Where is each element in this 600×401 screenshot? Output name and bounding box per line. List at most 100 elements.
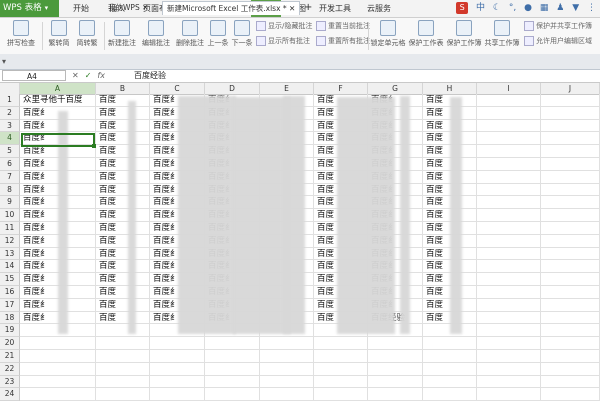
column-header-f[interactable]: F — [314, 83, 368, 94]
cell-f14[interactable]: 百度 — [317, 261, 334, 273]
cell-f15[interactable]: 百度 — [317, 274, 334, 286]
cell-f11[interactable]: 百度 — [317, 223, 334, 235]
delete-comment-button[interactable]: 删除批注 — [174, 20, 206, 48]
cell-c3[interactable]: 百度纟 — [153, 121, 179, 133]
cell-b16[interactable]: 百度 — [99, 287, 116, 299]
cell-c12[interactable]: 百度纟 — [153, 236, 179, 248]
keyboard-icon[interactable]: ▦ — [540, 3, 549, 13]
row-header-24[interactable]: 24 — [0, 388, 20, 401]
cell-h12[interactable]: 百度 — [426, 236, 443, 248]
column-header-i[interactable]: I — [477, 83, 541, 94]
cell-f13[interactable]: 百度 — [317, 249, 334, 261]
cell-a14[interactable]: 百度纟 — [23, 261, 49, 273]
row-header-16[interactable]: 16 — [0, 286, 20, 299]
select-all-corner[interactable] — [0, 83, 20, 94]
column-header-b[interactable]: B — [96, 83, 150, 94]
cell-c10[interactable]: 百度纟 — [153, 210, 179, 222]
cell-c7[interactable]: 百度纟 — [153, 172, 179, 184]
show-all-comments-button[interactable]: 显示所有批注 — [256, 36, 310, 46]
cell-c16[interactable]: 百度纟 — [153, 287, 179, 299]
cell-a10[interactable]: 百度纟 — [23, 210, 49, 222]
cell-a11[interactable]: 百度纟 — [23, 223, 49, 235]
cell-a1[interactable]: 众里寻他千百度 — [23, 95, 83, 107]
column-header-j[interactable]: J — [541, 83, 600, 94]
cell-f3[interactable]: 百度 — [317, 121, 334, 133]
row-header-8[interactable]: 8 — [0, 183, 20, 197]
cell-b8[interactable]: 百度 — [99, 185, 116, 197]
cell-h1[interactable]: 百度 — [426, 95, 443, 107]
cell-h14[interactable]: 百度 — [426, 261, 443, 273]
tab-workbook[interactable]: 新建Microsoft Excel 工作表.xlsx * ✕ — [162, 1, 301, 15]
row-header-22[interactable]: 22 — [0, 362, 20, 376]
cell-c2[interactable]: 百度纟 — [153, 108, 179, 120]
cell-c15[interactable]: 百度纟 — [153, 274, 179, 286]
cell-f16[interactable]: 百度 — [317, 287, 334, 299]
cell-h17[interactable]: 百度 — [426, 300, 443, 312]
cell-a2[interactable]: 百度纟 — [23, 108, 49, 120]
trad-to-simp-button[interactable]: 繁转简 — [46, 20, 72, 48]
row-header-20[interactable]: 20 — [0, 337, 20, 350]
cell-b15[interactable]: 百度 — [99, 274, 116, 286]
cell-b5[interactable]: 百度 — [99, 146, 116, 158]
cancel-icon[interactable]: ✕ — [72, 71, 79, 80]
cell-b18[interactable]: 百度 — [99, 313, 116, 325]
cell-a13[interactable]: 百度纟 — [23, 249, 49, 261]
column-header-d[interactable]: D — [205, 83, 260, 94]
prev-comment-button[interactable]: 上一条 — [206, 20, 230, 48]
cell-h16[interactable]: 百度 — [426, 287, 443, 299]
row-header-6[interactable]: 6 — [0, 158, 20, 171]
column-header-g[interactable]: G — [368, 83, 423, 94]
new-comment-button[interactable]: 新建批注 — [106, 20, 138, 48]
cell-f17[interactable]: 百度 — [317, 300, 334, 312]
tab-cloud[interactable]: 云服务 — [357, 0, 401, 17]
cell-a9[interactable]: 百度纟 — [23, 197, 49, 209]
cell-h2[interactable]: 百度 — [426, 108, 443, 120]
cell-c13[interactable]: 百度纟 — [153, 249, 179, 261]
cell-f5[interactable]: 百度 — [317, 146, 334, 158]
cell-b11[interactable]: 百度 — [99, 223, 116, 235]
cell-h18[interactable]: 百度 — [426, 313, 443, 325]
protect-sheet-button[interactable]: 保护工作表 — [408, 20, 444, 48]
row-header-14[interactable]: 14 — [0, 260, 20, 274]
cell-a8[interactable]: 百度纟 — [23, 185, 49, 197]
cell-a12[interactable]: 百度纟 — [23, 236, 49, 248]
cell-c9[interactable]: 百度纟 — [153, 197, 179, 209]
cell-a18[interactable]: 百度纟 — [23, 313, 49, 325]
cell-c6[interactable]: 百度纟 — [153, 159, 179, 171]
show-hide-comment-button[interactable]: 显示/隐藏批注 — [256, 21, 312, 31]
fx-icon[interactable]: fx — [97, 71, 105, 80]
edit-comment-button[interactable]: 编辑批注 — [140, 20, 172, 48]
column-header-a[interactable]: A — [20, 83, 96, 94]
allow-edit-ranges-button[interactable]: 允许用户编辑区域 — [524, 36, 592, 46]
mic-icon[interactable]: ● — [524, 3, 532, 13]
new-tab-button[interactable]: + — [300, 1, 316, 14]
column-header-e[interactable]: E — [260, 83, 314, 94]
cell-f12[interactable]: 百度 — [317, 236, 334, 248]
cell-a6[interactable]: 百度纟 — [23, 159, 49, 171]
row-header-3[interactable]: 3 — [0, 119, 20, 133]
cell-b10[interactable]: 百度 — [99, 210, 116, 222]
cell-b17[interactable]: 百度 — [99, 300, 116, 312]
shirt-icon[interactable]: ▼ — [572, 3, 579, 13]
cell-h4[interactable]: 百度 — [426, 133, 443, 145]
cell-h8[interactable]: 百度 — [426, 185, 443, 197]
cell-h3[interactable]: 百度 — [426, 121, 443, 133]
row-header-21[interactable]: 21 — [0, 350, 20, 363]
protect-share-book-button[interactable]: 保护并共享工作簿 — [524, 21, 592, 31]
cell-h10[interactable]: 百度 — [426, 210, 443, 222]
selected-cell[interactable] — [21, 133, 95, 147]
cell-f4[interactable]: 百度 — [317, 133, 334, 145]
tab-menu-icon[interactable]: ▾ — [2, 57, 6, 66]
grid-icon[interactable]: ⋮ — [587, 3, 596, 13]
column-header-h[interactable]: H — [423, 83, 477, 94]
cell-h9[interactable]: 百度 — [426, 197, 443, 209]
row-header-1[interactable]: 1 — [0, 94, 20, 107]
row-header-23[interactable]: 23 — [0, 375, 20, 389]
cell-a7[interactable]: 百度纟 — [23, 172, 49, 184]
tab-my-wps[interactable]: 我的WPS ✕ — [104, 1, 152, 14]
row-header-4[interactable]: 4 — [0, 132, 20, 146]
next-comment-button[interactable]: 下一条 — [230, 20, 254, 48]
cell-b14[interactable]: 百度 — [99, 261, 116, 273]
cell-f10[interactable]: 百度 — [317, 210, 334, 222]
cell-h11[interactable]: 百度 — [426, 223, 443, 235]
